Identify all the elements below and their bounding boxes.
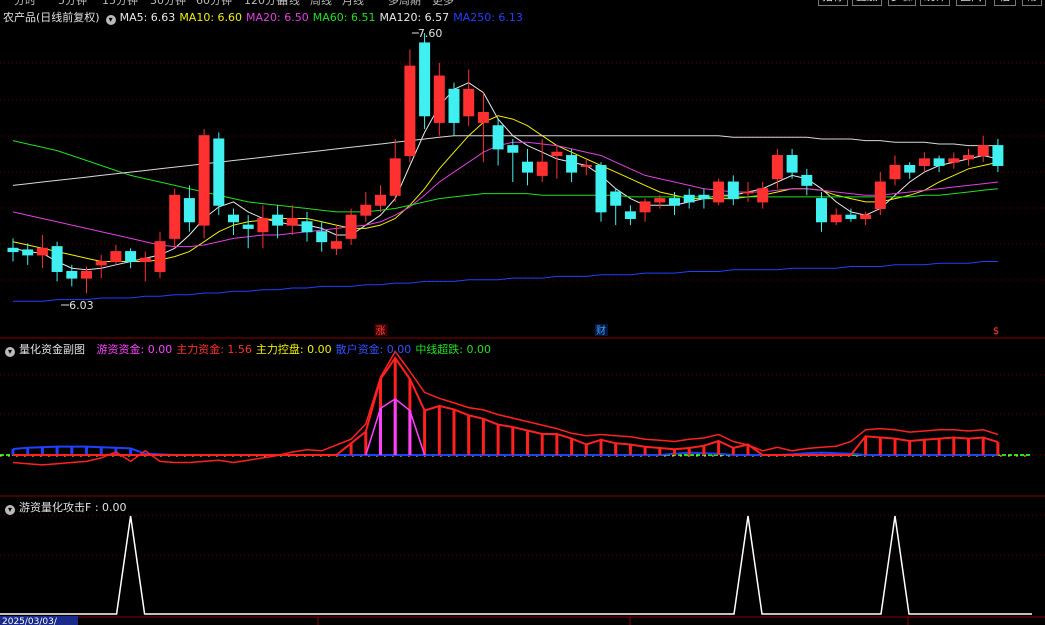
candle-body [316,231,328,243]
candle-body [286,217,298,226]
candle-body [522,161,533,173]
candle-body [742,191,754,194]
candle-body [727,181,739,200]
candle-body [66,270,78,279]
candle-body [918,158,930,166]
candle-body [22,249,34,256]
event-marker-2: $ [993,326,999,337]
candle-body [330,241,342,249]
sub1-title[interactable]: 量化资金副图 [19,343,85,356]
candle-body [948,158,960,163]
ma-line-ma20 [12,141,998,248]
ma-line-ma10 [12,115,999,262]
candle-body [963,155,974,160]
sub1-toggle-icon[interactable]: ▾ [5,347,15,357]
candle-body [860,214,872,219]
candle-body [213,138,225,206]
candle-body [992,145,1004,166]
sub1-legend-item-0: 游资资金: 0.00 [96,343,173,356]
sub2-title[interactable]: 游资量化攻击F : 0.00 [19,501,127,514]
candle-body [51,246,63,272]
candle-body [154,241,166,272]
candle-body [507,145,519,153]
candle-body [389,158,401,196]
candle-body [7,247,19,253]
event-marker-1: 财 [596,324,606,337]
attack-signal-line [0,515,1032,615]
candle-body [360,204,372,216]
sub1-legend: ▾ 量化资金副图 游资资金: 0.00 主力资金: 1.56 主力控盘: 0.00 散户… [3,341,499,357]
candle-body [595,164,607,213]
candle-body [36,247,48,256]
ma-line-ma60 [12,140,998,213]
sub2-toggle-icon[interactable]: ▾ [5,505,15,515]
candle-body [404,65,416,157]
candle-body [272,214,284,226]
candle-body [492,125,504,150]
candle-body [257,217,269,233]
candle-body [624,211,636,219]
candle-body [566,155,578,173]
event-marker-0: 涨 [376,325,386,337]
candle-body [433,75,445,123]
candle-body [830,214,842,223]
candle-body [933,158,945,166]
candle-body [375,194,386,206]
candle-body [169,194,181,239]
candle-body [419,42,431,117]
candle-body [81,270,92,279]
candle-body [669,198,680,206]
candle-body [977,145,989,157]
candle-body [448,88,460,123]
candle-body [683,194,695,203]
candle-body [771,155,783,180]
candle-body [713,181,725,203]
candle-body [242,224,254,229]
candle-body [95,261,107,266]
candle-body [536,161,548,176]
sub1-legend-item-3: 散户资金: 0.00 [335,343,412,356]
candle-body [904,164,916,173]
candle-body [786,155,798,173]
candle-body [139,257,151,263]
sub1-legend-item-4: 中线超跌: 0.00 [415,343,492,356]
candle-body [551,151,563,157]
candle-body [301,221,313,233]
high-price-label: 7.60 [418,27,443,40]
candle-body [228,214,239,223]
low-price-label: 6.03 [69,299,94,312]
candle-body [110,251,122,263]
candle-body [757,188,769,203]
date-cursor-label: 2025/03/03/ [0,616,78,625]
sub1-legend-item-2: 主力控盘: 0.00 [255,343,332,356]
candle-body [874,181,886,210]
candle-body [477,111,489,123]
candle-body [610,191,622,206]
retail-line [12,445,998,456]
sub1-legend-item-1: 主力资金: 1.56 [176,343,252,356]
candle-body [801,174,813,186]
candle-body [345,214,357,239]
candle-body [816,198,827,223]
candle-body [639,201,651,213]
ma-line-ma120 [12,135,998,186]
candle-body [698,194,710,200]
oversold-line [12,350,999,466]
candle-body [889,164,901,180]
stock-chart-window: 分时5分钟15分钟30分钟60分钟120分钟日线周线月线多周期更多指标叠加步骤统… [0,0,1045,625]
candlestick-panel[interactable]: 7.60 6.03 涨 财 $ [0,0,1045,625]
candle-body [580,164,592,167]
candle-body [845,214,857,219]
main-fund-line [13,356,999,456]
sub2-legend: ▾ 游资量化攻击F : 0.00 [3,499,131,515]
candle-body [463,88,475,117]
candle-body [654,198,666,203]
candle-body [198,135,210,226]
candle-body [183,198,195,223]
candle-body [125,251,137,263]
